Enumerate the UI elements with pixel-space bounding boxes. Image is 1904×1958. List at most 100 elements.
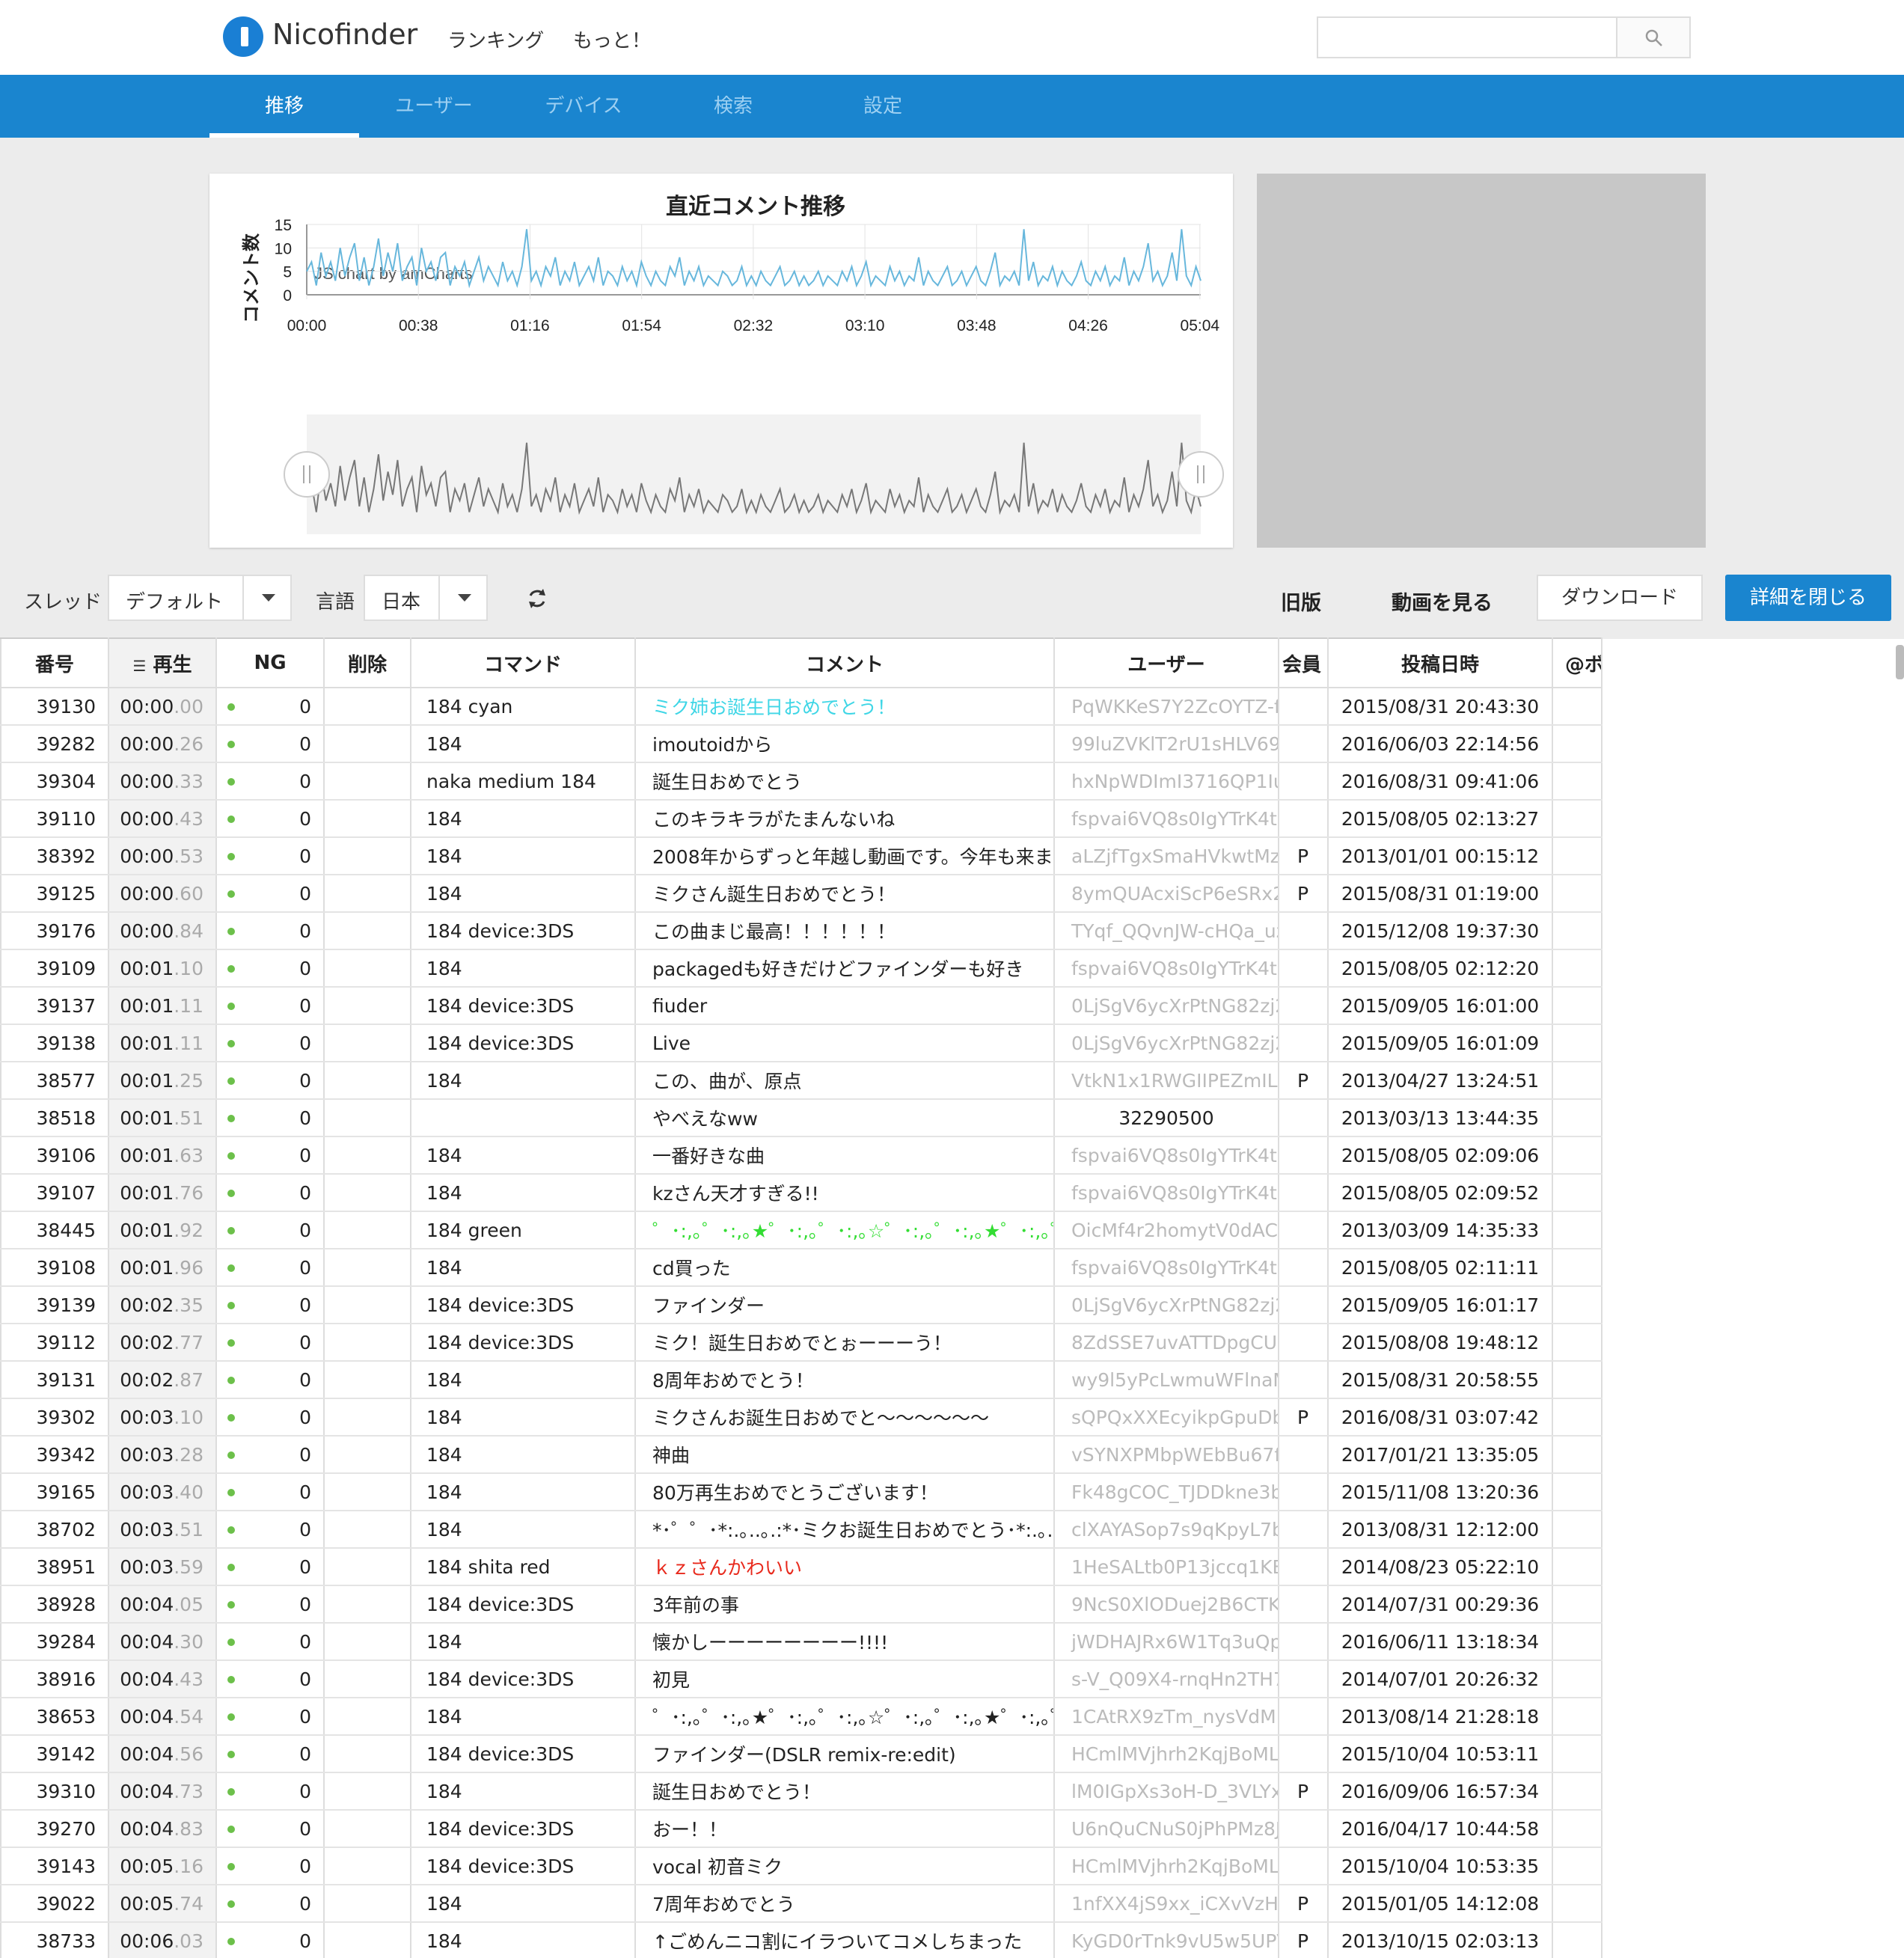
table-row[interactable]: 39282 00:00.26 0 184 imoutoidから 99luZVKlT2rU1… — [0, 725, 1603, 763]
table-row[interactable]: 39131 00:02.87 0 184 8周年おめでとう！ wy9l5yPcLwmuWF… — [0, 1361, 1603, 1399]
cell-playback-time[interactable]: 00:04.73 — [108, 1772, 217, 1811]
cell-user[interactable]: vSYNXPMbpWEbBu67fl — [1053, 1436, 1279, 1474]
cell-delete[interactable] — [323, 1660, 411, 1698]
table-row[interactable]: 39106 00:01.63 0 184 一番好きな曲 fspvai6VQ8s0IgYTr… — [0, 1136, 1603, 1175]
cell-delete[interactable] — [323, 1847, 411, 1885]
cell-playback-time[interactable]: 00:00.84 — [108, 912, 217, 950]
cell-playback-time[interactable]: 00:04.05 — [108, 1585, 217, 1624]
column-header-posted-at[interactable]: 投稿日時 — [1327, 637, 1553, 688]
cell-delete[interactable] — [323, 1623, 411, 1661]
tab-settings[interactable]: 設定 — [808, 75, 958, 138]
table-row[interactable]: 39165 00:03.40 0 184 80万再生おめでとうございます！ Fk48gCO… — [0, 1473, 1603, 1511]
table-row[interactable]: 39125 00:00.60 0 184 ミクさん誕生日おめでとう！ 8ymQUAcxiS… — [0, 875, 1603, 913]
cell-user[interactable]: lM0IGpXs3oH-D_3VLYx — [1053, 1772, 1279, 1811]
cell-delete[interactable] — [323, 1922, 411, 1958]
cell-user[interactable]: VtkN1x1RWGIIPEZmILB — [1053, 1062, 1279, 1100]
cell-playback-time[interactable]: 00:01.92 — [108, 1211, 217, 1249]
cell-playback-time[interactable]: 00:01.76 — [108, 1174, 217, 1212]
cell-delete[interactable] — [323, 1249, 411, 1287]
cell-user[interactable]: 0LjSgV6ycXrPtNG82zj2x — [1053, 1024, 1279, 1062]
cell-playback-time[interactable]: 00:03.59 — [108, 1548, 217, 1586]
cell-delete[interactable] — [323, 1099, 411, 1137]
cell-playback-time[interactable]: 00:02.35 — [108, 1286, 217, 1324]
cell-playback-time[interactable]: 00:05.16 — [108, 1847, 217, 1885]
cell-user[interactable]: clXAYASop7s9qKpyL7b — [1053, 1511, 1279, 1549]
tab-devices[interactable]: デバイス — [509, 75, 658, 138]
cell-delete[interactable] — [323, 762, 411, 801]
cell-user[interactable]: TYqf_QQvnJW-cHQa_uz — [1053, 912, 1279, 950]
cell-playback-time[interactable]: 00:01.51 — [108, 1099, 217, 1137]
cell-playback-time[interactable]: 00:02.87 — [108, 1361, 217, 1399]
cell-user[interactable]: 9NcS0XlODuej2B6CTKr — [1053, 1585, 1279, 1624]
table-row[interactable]: 39112 00:02.77 0 184 device:3DS ミク！誕生日おめでとぉー… — [0, 1324, 1603, 1362]
cell-delete[interactable] — [323, 1735, 411, 1773]
table-row[interactable]: 39130 00:00.00 0 184 cyan ミク姉お誕生日おめでとう！ PqWKK… — [0, 688, 1603, 726]
cell-user[interactable]: aLZjfTgxSmaHVkwtMzo — [1053, 837, 1279, 875]
table-row[interactable]: 38653 00:04.54 0 184 ゜･:,｡゜･:,｡★゜･:,｡゜･:,｡☆゜… — [0, 1698, 1603, 1736]
cell-user[interactable]: wy9l5yPcLwmuWFlnaM — [1053, 1361, 1279, 1399]
table-row[interactable]: 39110 00:00.43 0 184 このキラキラがたまんないね fspvai6VQ8… — [0, 800, 1603, 838]
comment-table-container[interactable]: 番号 ☰ 再生 NG 削除 コマンド コメント ユーザー 会員 投稿日時 @ボ … — [0, 637, 1904, 1958]
cell-playback-time[interactable]: 00:01.11 — [108, 987, 217, 1025]
table-row[interactable]: 39109 00:01.10 0 184 packagedも好きだけどファインダーも好き… — [0, 949, 1603, 988]
chart-scrollbar-background[interactable] — [307, 414, 1201, 534]
table-row[interactable]: 38733 00:06.03 0 184 ↑ごめんニコ割にイラついてコメしちまった KyG… — [0, 1922, 1603, 1958]
table-row[interactable]: 38951 00:03.59 0 184 shita red ｋｚさんかわいい 1HeSA… — [0, 1548, 1603, 1586]
table-row[interactable]: 39139 00:02.35 0 184 device:3DS ファインダー 0LjSgV… — [0, 1286, 1603, 1324]
cell-user[interactable]: HCmlMVjhrh2KqjBoML — [1053, 1847, 1279, 1885]
cell-user[interactable]: Fk48gCOC_TJDDkne3bx — [1053, 1473, 1279, 1511]
cell-user[interactable]: hxNpWDImI3716QP1Iu — [1053, 762, 1279, 801]
cell-delete[interactable] — [323, 875, 411, 913]
table-row[interactable]: 39270 00:04.83 0 184 device:3DS おー！！ U6nQuCNu… — [0, 1810, 1603, 1848]
cell-delete[interactable] — [323, 1286, 411, 1324]
cell-user[interactable]: KyGD0rTnk9vU5w5UPV — [1053, 1922, 1279, 1958]
watch-video-link[interactable]: 動画を見る — [1392, 587, 1493, 616]
cell-delete[interactable] — [323, 1174, 411, 1212]
table-row[interactable]: 39176 00:00.84 0 184 device:3DS この曲まじ最高！！！！！… — [0, 912, 1603, 950]
cell-playback-time[interactable]: 00:00.00 — [108, 688, 217, 726]
cell-playback-time[interactable]: 00:03.40 — [108, 1473, 217, 1511]
cell-delete[interactable] — [323, 1436, 411, 1474]
cell-user[interactable]: HCmlMVjhrh2KqjBoML — [1053, 1735, 1279, 1773]
nicofinder-logo-icon[interactable] — [223, 16, 263, 57]
cell-user[interactable]: fspvai6VQ8s0IgYTrK4td — [1053, 1136, 1279, 1175]
cell-playback-time[interactable]: 00:04.54 — [108, 1698, 217, 1736]
cell-playback-time[interactable]: 00:00.60 — [108, 875, 217, 913]
column-header-playback[interactable]: ☰ 再生 — [108, 637, 217, 688]
cell-delete[interactable] — [323, 949, 411, 988]
cell-delete[interactable] — [323, 1324, 411, 1362]
table-row[interactable]: 39302 00:03.10 0 184 ミクさんお誕生日おめでと〜〜〜〜〜〜 sQPQx… — [0, 1398, 1603, 1437]
cell-user[interactable]: 0LjSgV6ycXrPtNG82zj2x — [1053, 987, 1279, 1025]
refresh-icon[interactable] — [525, 587, 549, 611]
cell-playback-time[interactable]: 00:03.51 — [108, 1511, 217, 1549]
cell-delete[interactable] — [323, 1211, 411, 1249]
table-row[interactable]: 39284 00:04.30 0 184 懐かしーーーーーーーー!!!! jWDHAJRx… — [0, 1623, 1603, 1661]
table-row[interactable]: 39138 00:01.11 0 184 device:3DS Live 0LjSgV6y… — [0, 1024, 1603, 1062]
cell-playback-time[interactable]: 00:03.10 — [108, 1398, 217, 1437]
cell-user[interactable]: PqWKKeS7Y2ZcOYTZ-fv — [1053, 688, 1279, 726]
cell-delete[interactable] — [323, 1772, 411, 1811]
table-row[interactable]: 38916 00:04.43 0 184 device:3DS 初見 s-V_Q09X4-… — [0, 1660, 1603, 1698]
table-row[interactable]: 39108 00:01.96 0 184 cd買った fspvai6VQ8s0IgYTrK… — [0, 1249, 1603, 1287]
cell-delete[interactable] — [323, 1511, 411, 1549]
cell-playback-time[interactable]: 00:01.96 — [108, 1249, 217, 1287]
more-link[interactable]: もっと！ — [573, 25, 651, 53]
table-row[interactable]: 39143 00:05.16 0 184 device:3DS vocal 初音ミク HC… — [0, 1847, 1603, 1885]
cell-user[interactable]: s-V_Q09X4-rnqHn2TH7 — [1053, 1660, 1279, 1698]
column-header-premium[interactable]: 会員 — [1278, 637, 1329, 688]
search-button[interactable] — [1616, 16, 1691, 58]
ranking-link[interactable]: ランキング — [447, 25, 544, 53]
cell-delete[interactable] — [323, 800, 411, 838]
column-header-comment[interactable]: コメント — [634, 637, 1055, 688]
language-select[interactable]: 日本 — [364, 575, 488, 621]
cell-user[interactable]: U6nQuCNuS0jPhPMz8J — [1053, 1810, 1279, 1848]
cell-user[interactable]: 1HeSALtb0P13jccq1KBj — [1053, 1548, 1279, 1586]
table-row[interactable]: 39107 00:01.76 0 184 kzさん天才すぎる!! fspvai6VQ8s0… — [0, 1174, 1603, 1212]
cell-user[interactable]: OicMf4r2homytV0dACC — [1053, 1211, 1279, 1249]
cell-playback-time[interactable]: 00:01.25 — [108, 1062, 217, 1100]
cell-user[interactable]: 99luZVKlT2rU1sHLV69h — [1053, 725, 1279, 763]
cell-playback-time[interactable]: 00:02.77 — [108, 1324, 217, 1362]
table-row[interactable]: 38577 00:01.25 0 184 この、曲が、原点 VtkN1x1RWGIIPEZ… — [0, 1062, 1603, 1100]
cell-playback-time[interactable]: 00:04.30 — [108, 1623, 217, 1661]
table-row[interactable]: 38392 00:00.53 0 184 2008年からずっと年越し動画です。今年も来ま… — [0, 837, 1603, 875]
